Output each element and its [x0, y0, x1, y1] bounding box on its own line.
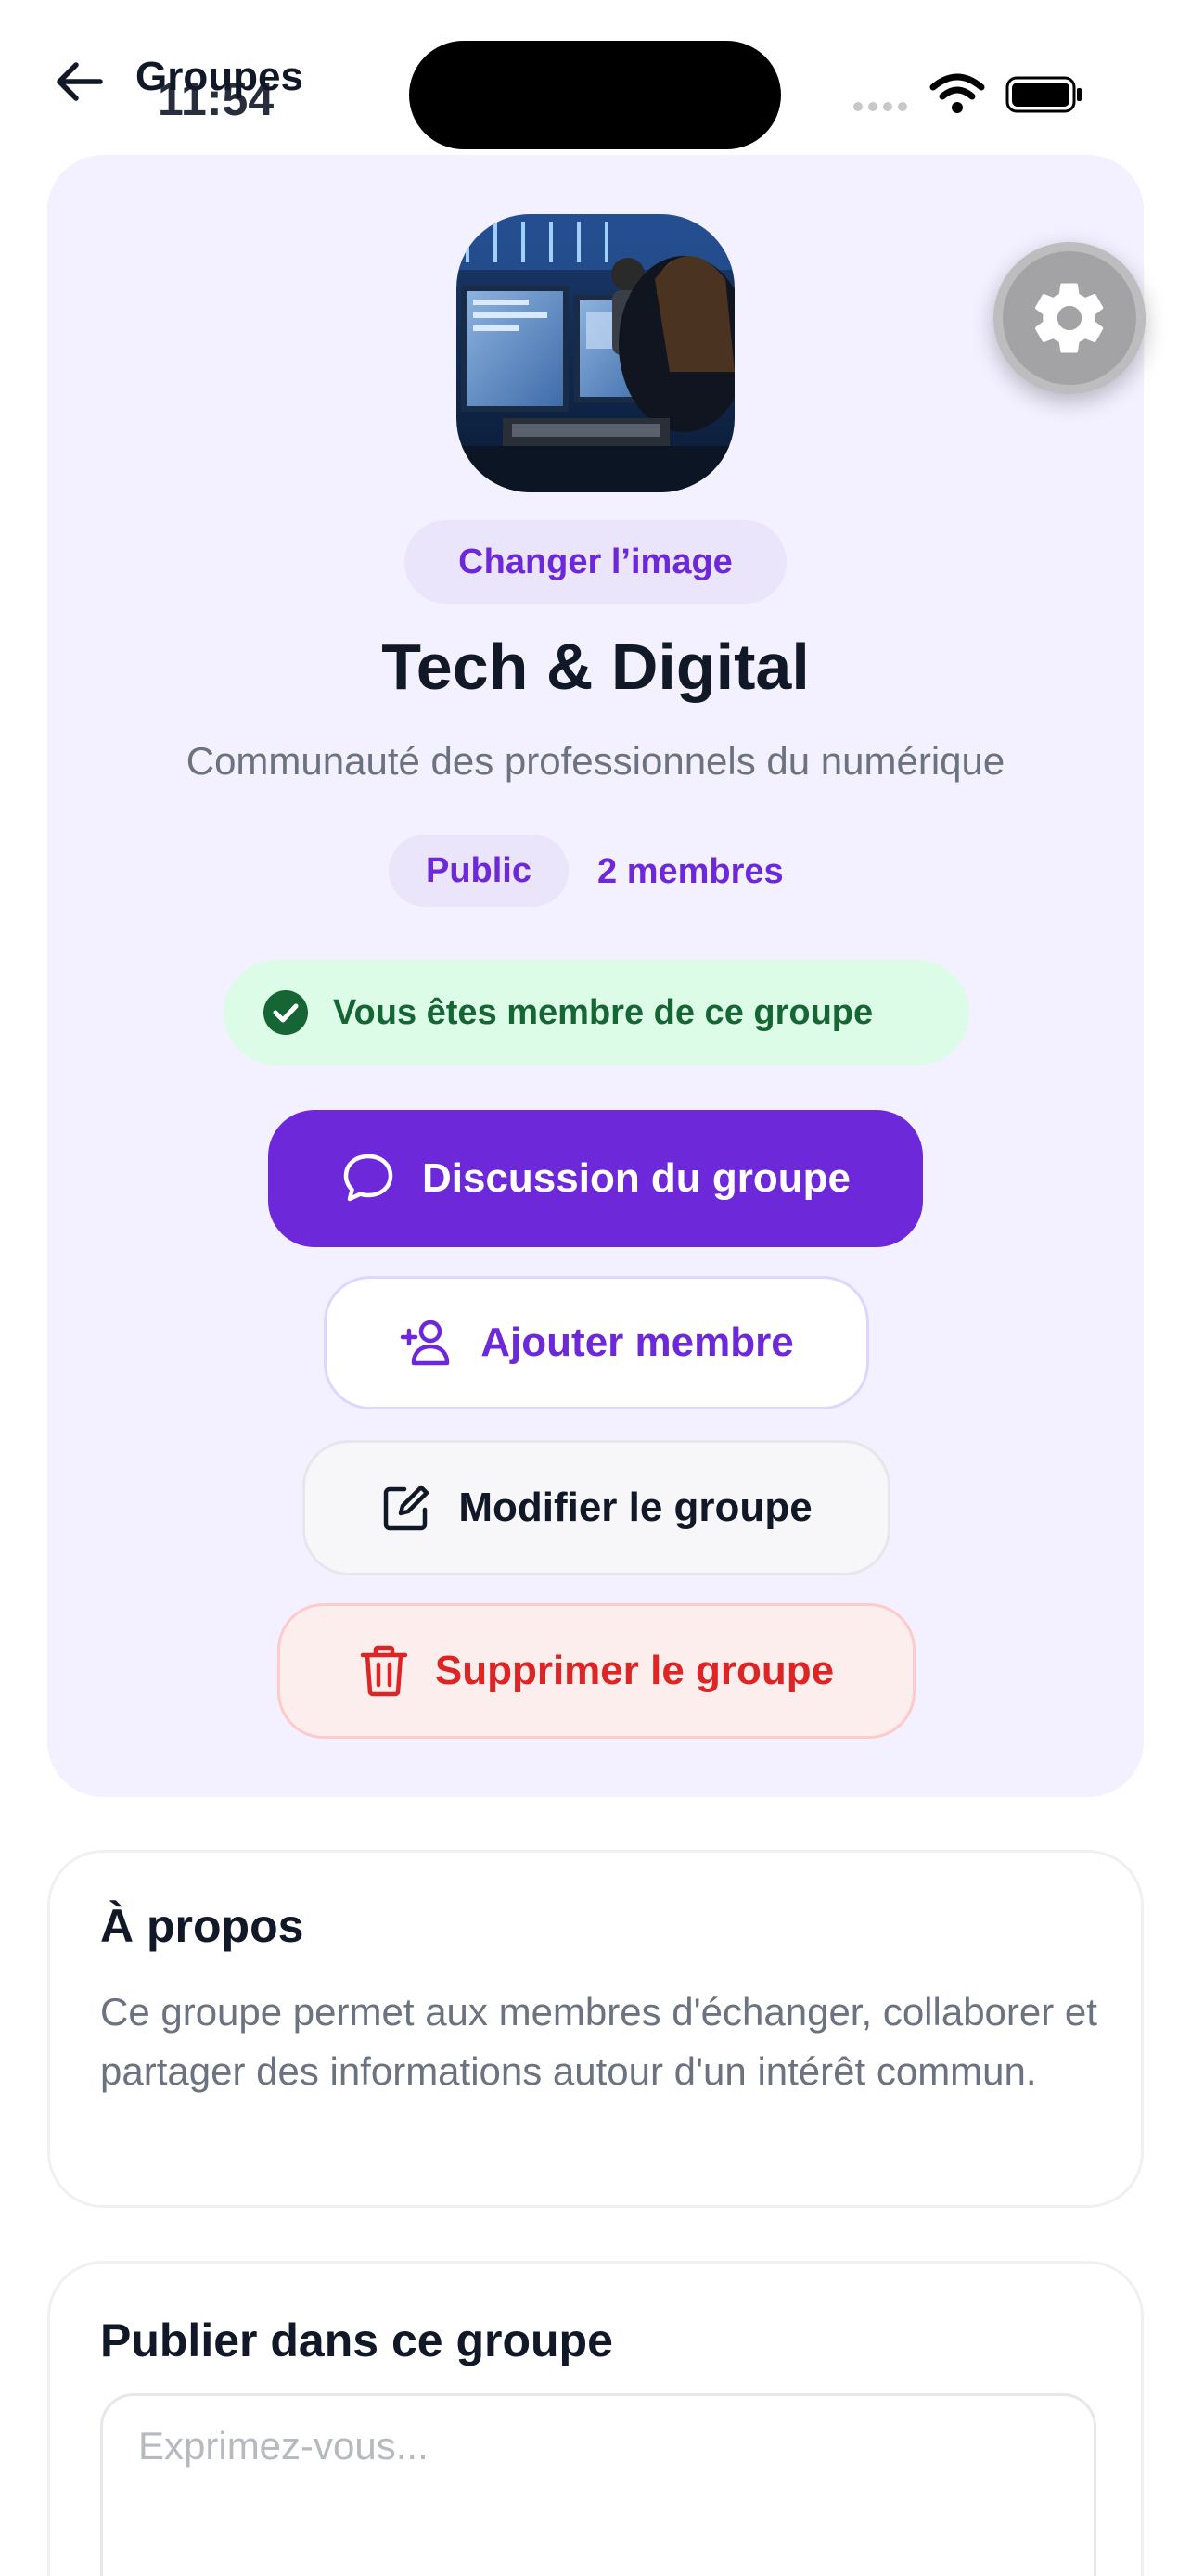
- signal-icon: [853, 102, 907, 111]
- status-bar: 11:54 Groupes: [0, 0, 1191, 149]
- add-member-label: Ajouter membre: [480, 1320, 794, 1365]
- gear-icon: [1035, 283, 1104, 353]
- edit-icon: [384, 1485, 429, 1531]
- members-count[interactable]: 2 membres: [597, 852, 784, 892]
- battery-icon: [1005, 76, 1082, 113]
- publish-card: Publier dans ce groupe: [47, 2261, 1144, 2576]
- add-member-button[interactable]: Ajouter membre: [324, 1276, 869, 1409]
- wifi-icon: [929, 73, 985, 113]
- group-avatar: [456, 214, 735, 492]
- about-text: Ce groupe permet aux membres d'échanger,…: [100, 1990, 1097, 2093]
- user-plus-icon: [401, 1320, 450, 1366]
- about-title: À propos: [100, 1900, 304, 1952]
- group-discussion-label: Discussion du groupe: [421, 1155, 852, 1201]
- group-discussion-button[interactable]: Discussion du groupe: [268, 1110, 923, 1247]
- trash-icon: [360, 1645, 408, 1697]
- membership-status-text: Vous êtes membre de ce groupe: [333, 992, 874, 1032]
- post-input[interactable]: [100, 2393, 1096, 2576]
- back-title[interactable]: Groupes: [135, 54, 303, 100]
- edit-group-label: Modifier le groupe: [458, 1485, 813, 1530]
- dynamic-island: [409, 41, 781, 149]
- delete-group-label: Supprimer le groupe: [434, 1648, 835, 1693]
- group-header-card: Changer l’image Tech & Digital Communaut…: [47, 155, 1146, 1797]
- group-name: Tech & Digital: [381, 631, 810, 703]
- settings-button[interactable]: [993, 242, 1146, 394]
- back-arrow-icon[interactable]: [52, 54, 108, 109]
- change-image-button[interactable]: Changer l’image: [404, 520, 787, 604]
- membership-status: Vous êtes membre de ce groupe: [224, 960, 969, 1065]
- group-description: Communauté des professionnels du numériq…: [186, 739, 1005, 783]
- group-image: [456, 214, 735, 492]
- visibility-badge: Public: [389, 835, 569, 907]
- about-card: À propos Ce groupe permet aux membres d'…: [47, 1850, 1144, 2208]
- edit-group-button[interactable]: Modifier le groupe: [302, 1440, 890, 1575]
- delete-group-button[interactable]: Supprimer le groupe: [277, 1603, 916, 1739]
- publish-title: Publier dans ce groupe: [100, 2315, 613, 2366]
- chat-bubble-icon: [343, 1154, 393, 1202]
- check-circle-icon: [263, 990, 308, 1035]
